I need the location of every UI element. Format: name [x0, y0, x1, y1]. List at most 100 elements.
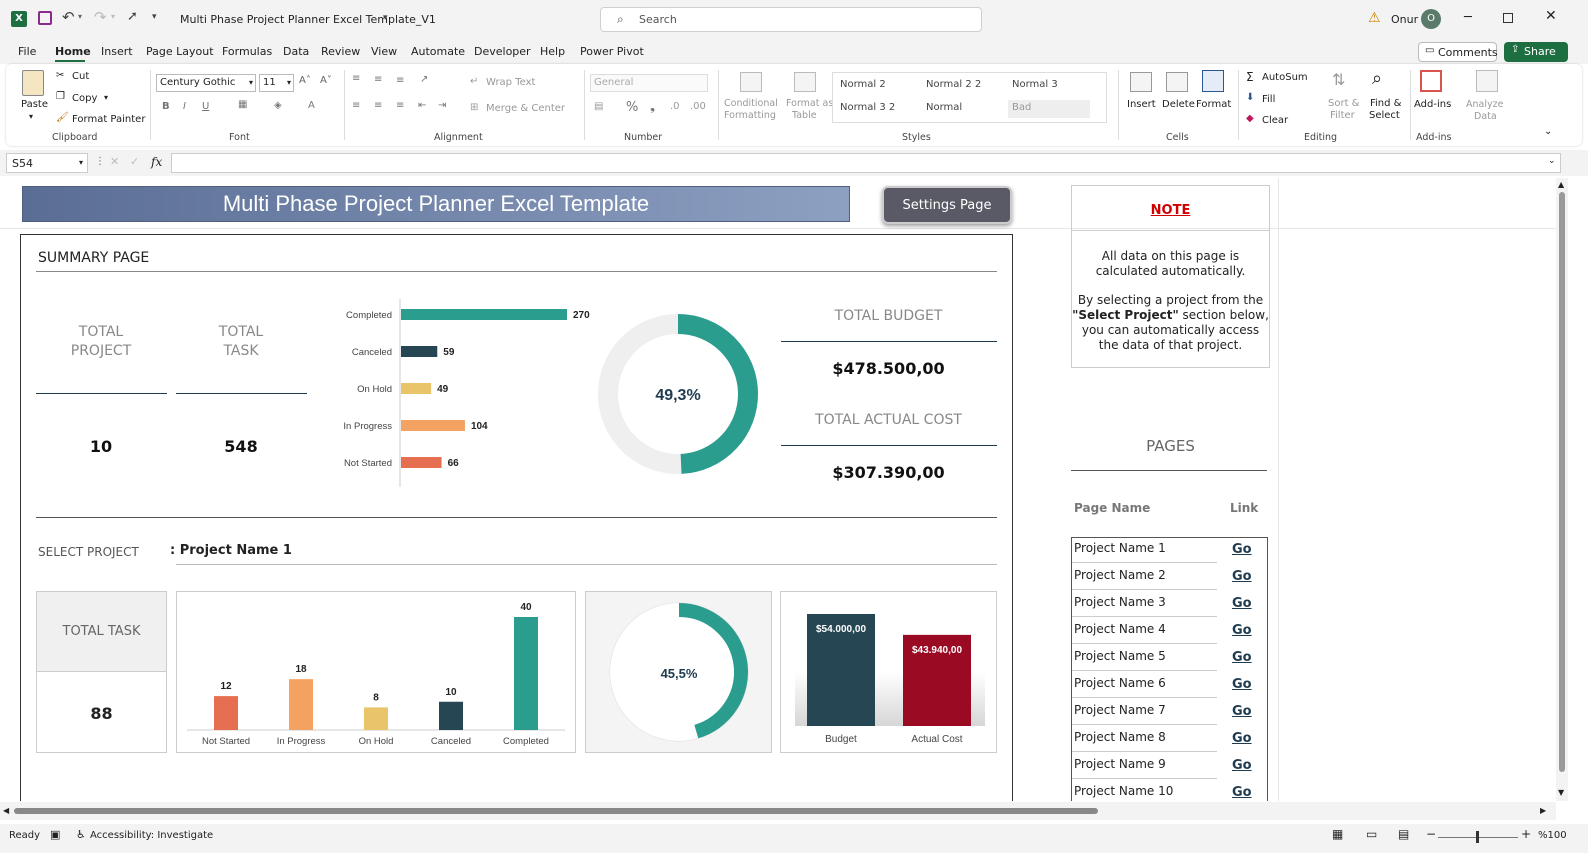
horizontal-scrollbar[interactable]: ◀ ▶ — [0, 802, 1556, 820]
fx-icon[interactable]: fx — [151, 155, 162, 169]
horizontal-scroll-thumb[interactable] — [14, 808, 1098, 814]
comma-icon[interactable]: ❟ — [650, 99, 655, 114]
macro-record-icon[interactable]: ▣ — [50, 828, 60, 841]
wrap-text-button[interactable]: Wrap Text — [486, 77, 535, 88]
tab-view[interactable]: View — [371, 45, 397, 58]
enter-icon[interactable]: ✓ — [130, 155, 139, 168]
customize-qat-icon[interactable]: ▾ — [152, 12, 157, 22]
pointer-icon[interactable]: ➚ — [127, 9, 138, 24]
scroll-right-icon[interactable]: ▶ — [1540, 806, 1546, 815]
find-select-button[interactable]: Find & — [1370, 98, 1401, 109]
decrease-indent-icon[interactable]: ⇤ — [418, 100, 426, 111]
tab-insert[interactable]: Insert — [101, 45, 133, 58]
tab-help[interactable]: Help — [540, 45, 565, 58]
normal-view-icon[interactable]: ▦ — [1332, 827, 1343, 841]
zoom-slider-thumb[interactable] — [1476, 831, 1479, 843]
tab-automate[interactable]: Automate — [411, 45, 465, 58]
style-normal-3[interactable]: Normal 3 — [1008, 77, 1090, 95]
page-row-go-link[interactable]: Go — [1232, 704, 1252, 719]
borders-icon[interactable]: ▦ — [238, 99, 247, 110]
scroll-down-icon[interactable]: ▼ — [1558, 788, 1564, 797]
underline-icon[interactable]: U — [202, 101, 209, 112]
sort-filter-button-2[interactable]: Filter — [1330, 110, 1355, 121]
align-left-icon[interactable]: ≡ — [352, 100, 360, 111]
find-select-button-2[interactable]: Select — [1369, 110, 1400, 121]
scroll-up-icon[interactable]: ▲ — [1558, 180, 1564, 189]
document-title[interactable]: Multi Phase Project Planner Excel Templa… — [180, 13, 436, 26]
chevron-down-icon[interactable]: ▾ — [111, 12, 115, 21]
align-bottom-icon[interactable]: ≡ — [396, 75, 404, 86]
search-box[interactable]: ⌕ Search — [600, 7, 982, 32]
chevron-down-icon[interactable]: ▾ — [383, 13, 388, 23]
chevron-down-icon[interactable]: ▾ — [104, 93, 108, 102]
style-normal-3-2[interactable]: Normal 3 2 — [836, 100, 918, 118]
align-center-icon[interactable]: ≡ — [374, 100, 382, 111]
zoom-in-icon[interactable]: + — [1521, 827, 1531, 841]
more-icon[interactable]: ⋮ — [95, 156, 105, 167]
align-right-icon[interactable]: ≡ — [396, 100, 404, 111]
page-row-go-link[interactable]: Go — [1232, 785, 1252, 800]
insert-cells-button[interactable]: Insert — [1127, 99, 1156, 110]
expand-formula-icon[interactable]: ⌄ — [1548, 156, 1556, 166]
format-painter-button[interactable]: Format Painter — [72, 114, 145, 125]
undo-icon[interactable]: ↶ — [62, 8, 75, 26]
vertical-scrollbar[interactable]: ▲ ▼ — [1556, 178, 1568, 801]
copy-button[interactable]: Copy — [72, 93, 97, 104]
tab-data[interactable]: Data — [283, 45, 309, 58]
style-normal[interactable]: Normal — [922, 100, 1004, 118]
autosum-button[interactable]: AutoSum — [1262, 72, 1308, 83]
accessibility-icon[interactable]: ♿ — [76, 828, 86, 841]
tab-developer[interactable]: Developer — [474, 45, 531, 58]
close-icon[interactable]: ✕ — [1545, 8, 1557, 24]
tab-formulas[interactable]: Formulas — [222, 45, 272, 58]
analyze-data-button-2[interactable]: Data — [1474, 111, 1497, 122]
accounting-icon[interactable]: ▤ — [594, 101, 603, 112]
page-row-go-link[interactable]: Go — [1232, 623, 1252, 638]
font-color-icon[interactable]: A — [308, 100, 315, 111]
select-project-value[interactable]: : Project Name 1 — [170, 543, 292, 558]
number-format-select[interactable]: General — [590, 74, 708, 92]
format-cells-button[interactable]: Format — [1196, 99, 1231, 110]
style-normal-2-2[interactable]: Normal 2 2 — [922, 77, 1004, 95]
tab-review[interactable]: Review — [321, 45, 360, 58]
page-row-go-link[interactable]: Go — [1232, 650, 1252, 665]
font-name-select[interactable]: Century Gothic ▾ — [156, 74, 256, 92]
italic-icon[interactable]: I — [183, 101, 186, 112]
conditional-formatting-button-2[interactable]: Formatting — [724, 110, 776, 121]
style-bad[interactable]: Bad — [1008, 100, 1090, 118]
align-middle-icon[interactable]: ≡ — [374, 74, 382, 85]
paste-button[interactable]: Paste — [21, 99, 48, 110]
bold-icon[interactable]: B — [162, 101, 170, 112]
page-row-go-link[interactable]: Go — [1232, 596, 1252, 611]
minimize-icon[interactable]: ─ — [1464, 10, 1472, 25]
zoom-out-icon[interactable]: − — [1426, 827, 1436, 841]
fill-button[interactable]: Fill — [1262, 94, 1275, 105]
page-row-go-link[interactable]: Go — [1232, 731, 1252, 746]
increase-indent-icon[interactable]: ⇥ — [438, 100, 446, 111]
page-row-go-link[interactable]: Go — [1232, 677, 1252, 692]
clear-button[interactable]: Clear — [1262, 115, 1288, 126]
addins-button[interactable]: Add-ins — [1414, 99, 1451, 110]
fill-color-icon[interactable]: ◈ — [274, 100, 282, 111]
tab-file[interactable]: File — [18, 45, 36, 58]
delete-cells-button[interactable]: Delete — [1162, 99, 1195, 110]
format-as-table-button[interactable]: Format as — [786, 98, 833, 109]
save-icon[interactable] — [38, 11, 52, 25]
page-row-go-link[interactable]: Go — [1232, 569, 1252, 584]
style-normal-2[interactable]: Normal 2 — [836, 77, 918, 95]
cancel-icon[interactable]: ✕ — [110, 155, 119, 168]
vertical-scroll-thumb[interactable] — [1559, 192, 1565, 772]
settings-page-button[interactable]: Settings Page — [882, 186, 1012, 224]
accessibility-status[interactable]: Accessibility: Investigate — [90, 830, 213, 841]
increase-decimal-icon[interactable]: .0 — [670, 101, 680, 112]
user-name[interactable]: Onur — [1391, 13, 1418, 26]
avatar[interactable]: O — [1421, 9, 1441, 29]
page-row-go-link[interactable]: Go — [1232, 758, 1252, 773]
chevron-down-icon[interactable]: ▾ — [29, 112, 33, 121]
collapse-ribbon-icon[interactable]: ⌄ — [1544, 126, 1552, 137]
scroll-left-icon[interactable]: ◀ — [3, 806, 9, 815]
decrease-font-icon[interactable]: A˅ — [320, 75, 332, 86]
restore-icon[interactable] — [1503, 13, 1513, 23]
name-box[interactable]: S54 ▾ — [6, 153, 88, 173]
increase-font-icon[interactable]: A˄ — [299, 75, 311, 86]
